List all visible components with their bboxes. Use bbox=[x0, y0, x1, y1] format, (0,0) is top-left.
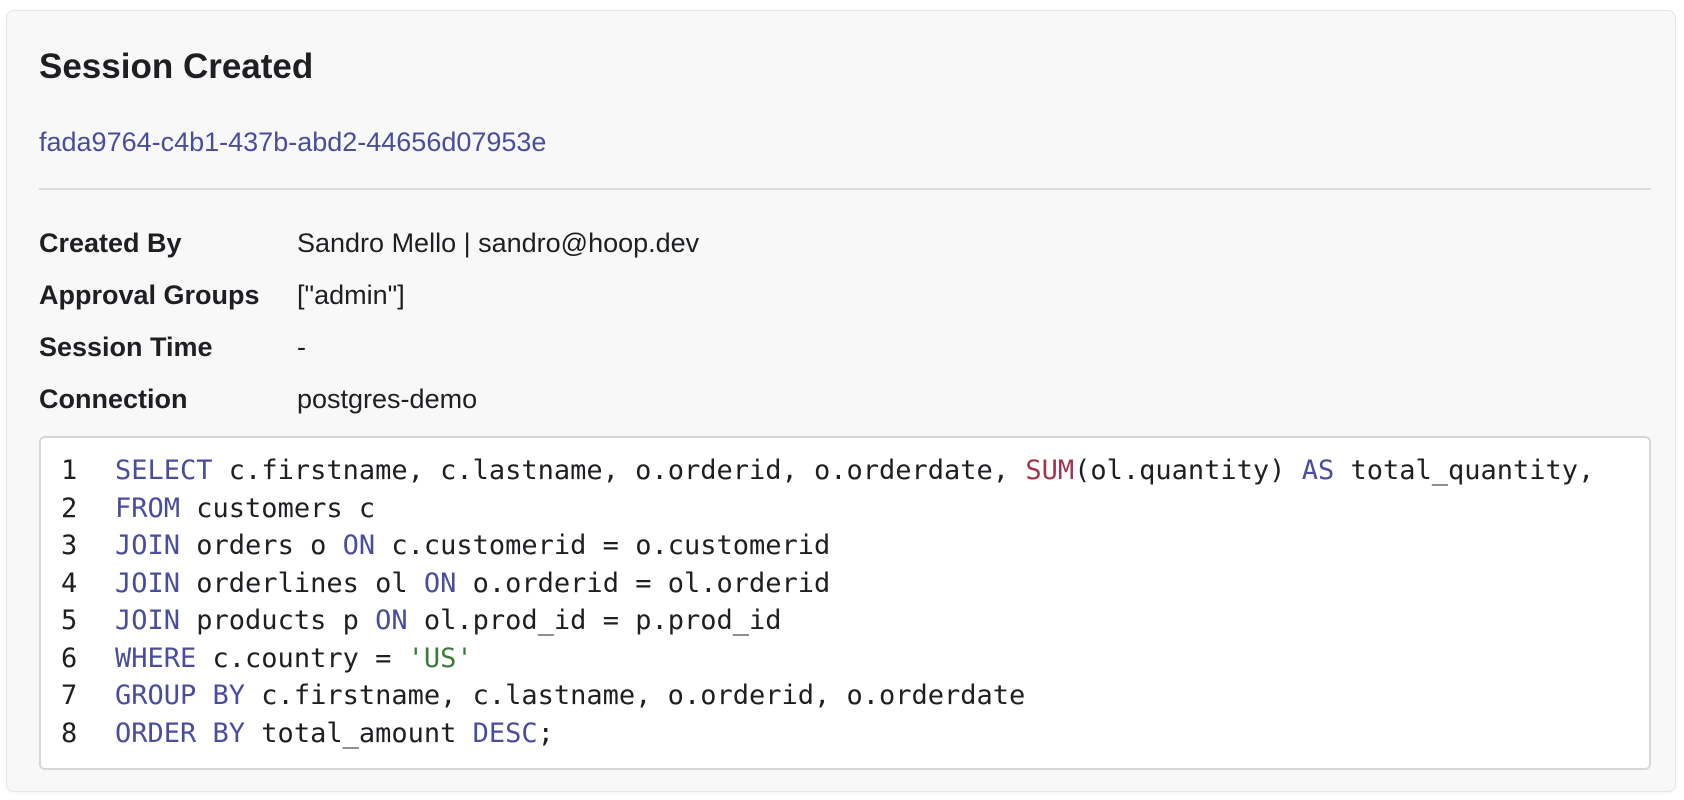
code-line: 1 SELECT c.firstname, c.lastname, o.order… bbox=[41, 452, 1649, 490]
code-token-text: c.firstname, c.lastname, o.orderid, o.or… bbox=[212, 455, 1026, 486]
code-token-keyword: AS bbox=[1301, 455, 1335, 486]
line-code: WHERE c.country = 'US' bbox=[97, 640, 473, 678]
line-code: ORDER BY total_amount DESC; bbox=[97, 715, 554, 753]
code-token-keyword: JOIN bbox=[115, 530, 181, 561]
detail-value: - bbox=[297, 331, 306, 362]
line-number: 8 bbox=[61, 717, 78, 749]
code-line: 8 ORDER BY total_amount DESC; bbox=[41, 715, 1649, 753]
session-details: Created By Sandro Mello | sandro@hoop.de… bbox=[39, 217, 699, 425]
detail-value: ["admin"] bbox=[297, 279, 405, 310]
code-token-text: c.customerid = o.customerid bbox=[375, 530, 831, 561]
code-line: 5 JOIN products p ON ol.prod_id = p.prod_… bbox=[41, 602, 1649, 640]
code-token-keyword: WHERE bbox=[115, 642, 197, 674]
code-token-text: (ol.quantity) bbox=[1074, 455, 1302, 486]
code-token-text: orderlines ol bbox=[180, 567, 424, 599]
detail-row-approval-groups: Approval Groups ["admin"] bbox=[39, 269, 699, 321]
sql-code-editor[interactable]: 1 SELECT c.firstname, c.lastname, o.order… bbox=[39, 436, 1651, 770]
detail-row-connection: Connection postgres-demo bbox=[39, 373, 699, 425]
code-token-text: products p bbox=[180, 605, 376, 636]
detail-row-session-time: Session Time - bbox=[39, 321, 699, 373]
code-token-text: o.orderid = ol.orderid bbox=[456, 567, 831, 599]
line-number: 3 bbox=[61, 530, 78, 561]
code-token-keyword: FROM bbox=[115, 492, 181, 524]
detail-label: Connection bbox=[39, 383, 188, 414]
code-line: 4 JOIN orderlines ol ON o.orderid = ol.or… bbox=[41, 565, 1649, 603]
detail-label: Created By bbox=[39, 227, 182, 258]
code-token-text: orders o bbox=[180, 530, 343, 561]
code-token-text: ; bbox=[537, 717, 554, 749]
line-code: JOIN orderlines ol ON o.orderid = ol.ord… bbox=[97, 565, 830, 603]
detail-label: Approval Groups bbox=[39, 279, 260, 310]
line-number: 7 bbox=[61, 680, 78, 711]
line-number: 6 bbox=[61, 642, 78, 674]
line-code: JOIN orders o ON c.customerid = o.custom… bbox=[97, 527, 830, 565]
session-id-link[interactable]: fada9764-c4b1-437b-abd2-44656d07953e bbox=[39, 125, 546, 159]
code-token-keyword: ORDER BY bbox=[115, 717, 246, 749]
code-token-keyword: ON bbox=[342, 530, 376, 561]
code-token-keyword: JOIN bbox=[115, 567, 181, 599]
code-token-keyword: GROUP BY bbox=[115, 680, 246, 711]
line-code: FROM customers c bbox=[97, 490, 375, 528]
code-line: 3 JOIN orders o ON c.customerid = o.custo… bbox=[41, 527, 1649, 565]
code-token-text: customers c bbox=[180, 492, 376, 524]
code-token-keyword: DESC bbox=[472, 717, 538, 749]
code-line: 6 WHERE c.country = 'US' bbox=[41, 640, 1649, 678]
code-token-function: SUM bbox=[1025, 455, 1075, 486]
line-code: JOIN products p ON ol.prod_id = p.prod_i… bbox=[97, 602, 782, 640]
code-token-keyword: ON bbox=[375, 605, 408, 636]
detail-label: Session Time bbox=[39, 331, 213, 362]
detail-value: postgres-demo bbox=[297, 383, 478, 414]
code-token-keyword: SELECT bbox=[115, 455, 213, 486]
session-card: Session Created fada9764-c4b1-437b-abd2-… bbox=[6, 10, 1676, 792]
line-number: 2 bbox=[61, 492, 78, 524]
divider bbox=[39, 188, 1651, 190]
code-line: 2 FROM customers c bbox=[41, 490, 1649, 528]
code-token-text: c.country = bbox=[196, 642, 408, 674]
code-token-keyword: ON bbox=[423, 567, 457, 599]
line-number: 5 bbox=[61, 605, 78, 636]
code-line: 7 GROUP BY c.firstname, c.lastname, o.ord… bbox=[41, 677, 1649, 715]
detail-row-created-by: Created By Sandro Mello | sandro@hoop.de… bbox=[39, 217, 699, 269]
line-number: 4 bbox=[61, 567, 78, 599]
code-token-text: total_amount bbox=[245, 717, 473, 749]
page-title: Session Created bbox=[39, 47, 314, 86]
code-token-string: 'US' bbox=[407, 642, 473, 674]
code-token-text: c.firstname, c.lastname, o.orderid, o.or… bbox=[245, 680, 1026, 711]
code-token-text: total_quantity, bbox=[1334, 455, 1595, 486]
line-code: SELECT c.firstname, c.lastname, o.orderi… bbox=[97, 452, 1594, 490]
code-token-keyword: JOIN bbox=[115, 605, 181, 636]
line-code: GROUP BY c.firstname, c.lastname, o.orde… bbox=[97, 677, 1025, 715]
detail-value: Sandro Mello | sandro@hoop.dev bbox=[297, 227, 700, 258]
code-token-text: ol.prod_id = p.prod_id bbox=[407, 605, 782, 636]
line-number: 1 bbox=[61, 455, 78, 486]
